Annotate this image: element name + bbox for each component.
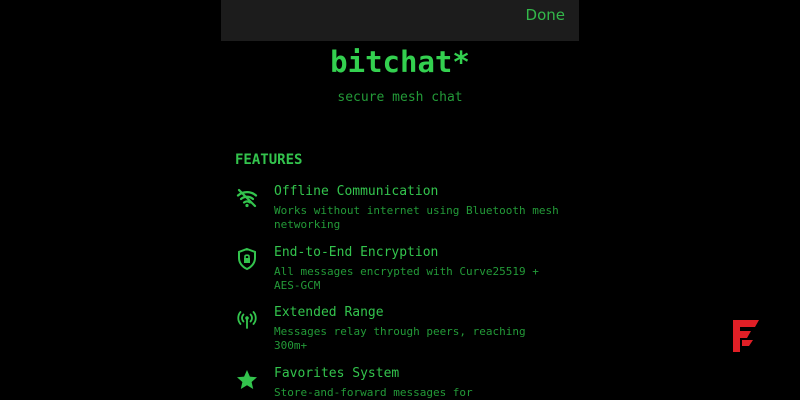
done-button[interactable]: Done — [526, 6, 565, 24]
feature-description: Works without internet using Bluetooth m… — [274, 204, 559, 231]
feature-title: Offline Communication — [274, 184, 439, 199]
brand-logo-icon — [727, 318, 761, 354]
features-heading: FEATURES — [235, 152, 303, 168]
feature-description: All messages encrypted with Curve25519 +… — [274, 265, 539, 292]
star-icon — [235, 368, 259, 392]
phone-screen: Done bitchat* secure mesh chat FEATURES … — [221, 0, 579, 400]
feature-title: Extended Range — [274, 305, 384, 320]
feature-description: Messages relay through peers, reaching 3… — [274, 325, 526, 352]
feature-title: Favorites System — [274, 366, 400, 381]
navigation-bar: Done — [221, 0, 579, 41]
feature-title: End-to-End Encryption — [274, 245, 439, 260]
antenna-icon — [235, 307, 259, 331]
wifi-off-icon — [235, 186, 259, 210]
app-title: bitchat* — [330, 45, 470, 79]
shield-lock-icon — [235, 247, 259, 271]
feature-description: Store-and-forward messages for — [274, 386, 473, 399]
app-subtitle: secure mesh chat — [337, 90, 463, 105]
screen: Done bitchat* secure mesh chat FEATURES … — [0, 0, 800, 400]
